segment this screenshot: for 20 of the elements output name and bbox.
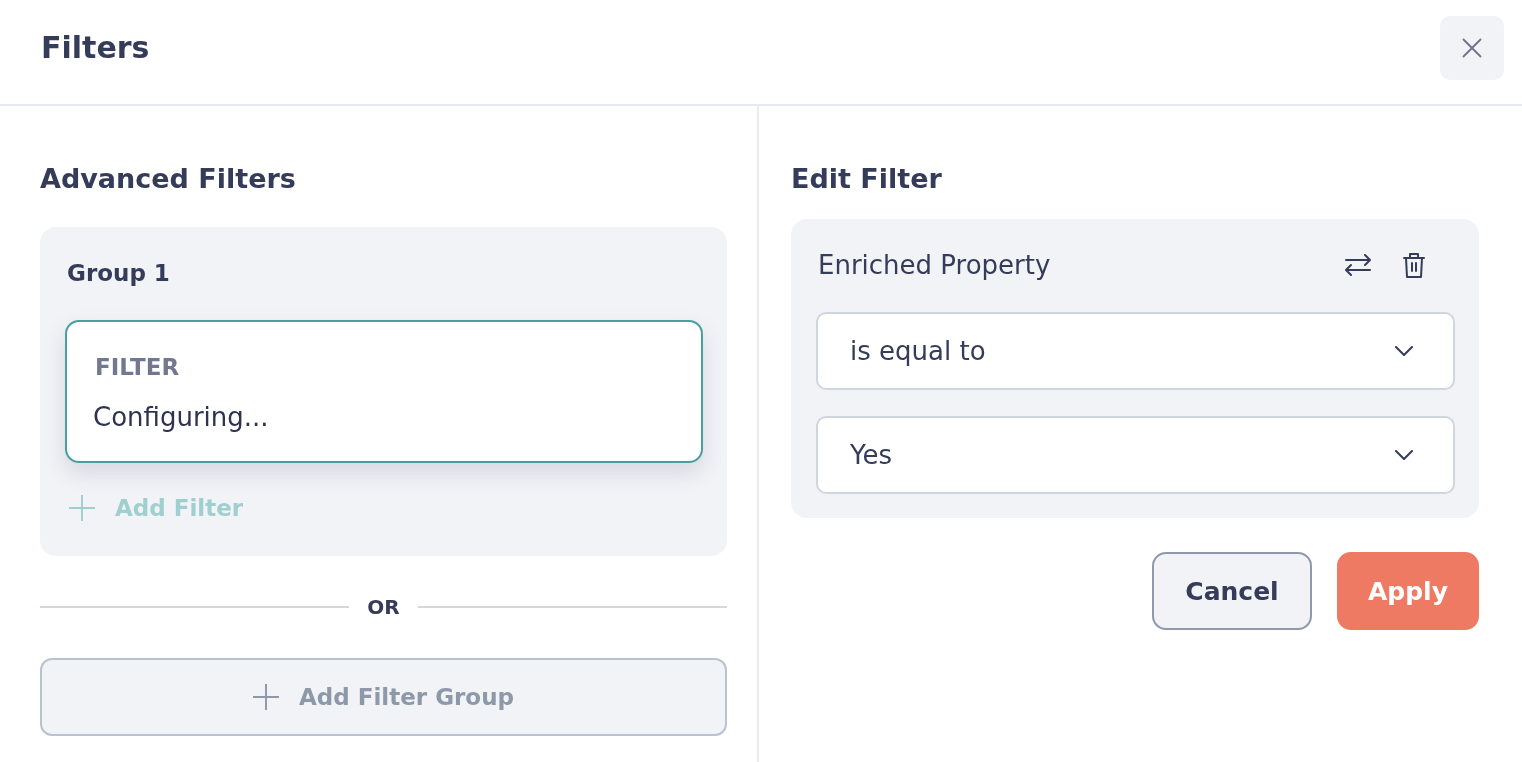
dropdown-select[interactable]: is equal to: [816, 312, 1455, 390]
or-separator-label: OR: [367, 595, 400, 619]
chevron-down-icon: [1395, 450, 1413, 460]
filter-label: FILTER: [94, 353, 181, 381]
section-heading: Edit Filter: [791, 162, 943, 196]
section-heading: Advanced Filters: [40, 162, 297, 196]
swap-arrows-icon[interactable]: [1345, 254, 1371, 276]
close-button[interactable]: [1440, 16, 1504, 80]
dropdown-select[interactable]: Yes: [816, 416, 1455, 494]
plus-icon: [69, 495, 95, 521]
dialog-title: Filters: [41, 30, 150, 66]
chevron-down-icon: [1395, 346, 1413, 356]
cancel-button[interactable]: Cancel: [1152, 552, 1312, 630]
trash-icon[interactable]: [1403, 252, 1425, 278]
filter-card[interactable]: FILTER Configuring...: [65, 320, 703, 463]
property-name: Enriched Property: [818, 250, 1051, 280]
group-title: Group 1: [66, 259, 171, 288]
filter-status: Configuring...: [93, 403, 270, 431]
close-icon: [1462, 38, 1482, 58]
plus-icon: [253, 684, 279, 710]
